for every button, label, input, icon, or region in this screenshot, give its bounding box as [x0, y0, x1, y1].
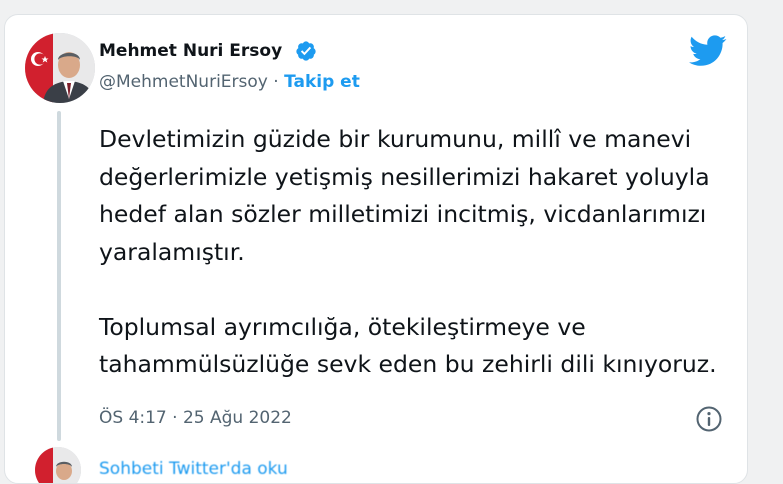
- reply-preview-link[interactable]: Sohbeti Twitter'da oku: [99, 459, 288, 479]
- author-avatar[interactable]: [25, 33, 95, 103]
- author-handle[interactable]: @MehmetNuriErsoy: [99, 72, 268, 92]
- separator-dot: ·: [273, 72, 279, 92]
- info-icon[interactable]: [695, 405, 723, 433]
- reply-avatar[interactable]: [35, 447, 81, 483]
- tweet-paragraph: Toplumsal ayrımcılığa, ötekileştirmeye v…: [99, 312, 717, 379]
- author-name[interactable]: Mehmet Nuri Ersoy: [99, 41, 282, 61]
- follow-button[interactable]: Takip et: [284, 72, 360, 92]
- tweet-text: Devletimizin güzide bir kurumunu, millî …: [99, 121, 739, 384]
- tweet-timestamp[interactable]: ÖS 4:17 · 25 Ağu 2022: [99, 408, 292, 428]
- thread-line: [57, 111, 61, 441]
- verified-badge-icon: [296, 41, 316, 61]
- author-handle-line: @MehmetNuriErsoy · Takip et: [99, 72, 360, 92]
- tweet-paragraph: Devletimizin güzide bir kurumunu, millî …: [99, 125, 710, 266]
- twitter-bird-icon[interactable]: [689, 35, 727, 67]
- tweet-card[interactable]: Mehmet Nuri Ersoy @MehmetNuriErsoy · Tak…: [4, 14, 748, 484]
